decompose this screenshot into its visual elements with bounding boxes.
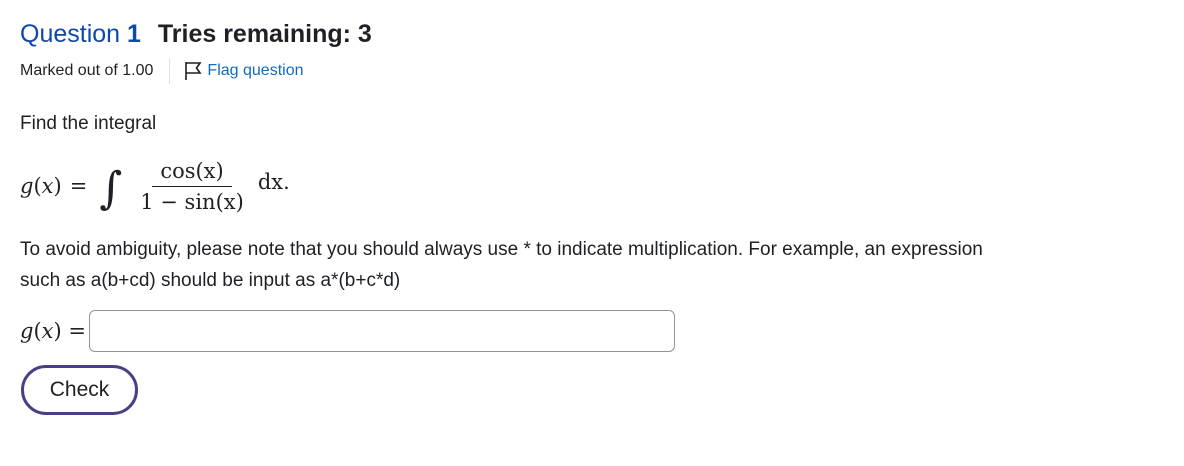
answer-label-function: g	[20, 319, 34, 343]
formula-lhs-function: g	[20, 174, 34, 198]
answer-equals: =	[68, 319, 86, 343]
answer-label-variable: x	[41, 319, 54, 343]
check-button[interactable]: Check	[21, 365, 138, 415]
formula-differential: dx.	[257, 170, 290, 194]
flag-icon	[185, 62, 202, 80]
answer-input[interactable]	[89, 310, 675, 352]
formula-lhs-close-paren: )	[53, 174, 62, 198]
formula-lhs-variable: x	[41, 174, 54, 198]
answer-row: g(x) =	[20, 309, 675, 353]
fraction-numerator: cos(x)	[152, 159, 232, 187]
question-info: Marked out of 1.00 Flag question	[20, 58, 303, 84]
multiplication-note: To avoid ambiguity, please note that you…	[20, 239, 983, 291]
formula-equals: =	[69, 174, 88, 198]
fraction: cos(x) 1 − sin(x)	[132, 159, 252, 214]
info-divider	[169, 58, 171, 84]
formula-lhs-open-paren: (	[33, 174, 42, 198]
answer-label-open-paren: (	[33, 319, 42, 343]
tries-remaining: Tries remaining: 3	[157, 20, 372, 48]
flag-question-label: Flag question	[207, 62, 304, 79]
question-prompt: Find the integral	[20, 113, 157, 134]
fraction-denominator: 1 − sin(x)	[140, 189, 244, 214]
marked-out-of: Marked out of 1.00	[20, 62, 154, 79]
flag-question-link[interactable]: Flag question	[184, 61, 303, 81]
question-word: Question	[20, 20, 121, 48]
question-number: 1	[127, 20, 141, 48]
integral-sign: ∫	[99, 162, 123, 214]
integral-formula: g(x) = ∫ cos(x) 1 − sin(x) dx.	[20, 148, 290, 224]
answer-label-close-paren: )	[53, 319, 62, 343]
question-header: Question 1 Tries remaining: 3	[20, 18, 372, 50]
answer-label: g(x) =	[20, 319, 86, 343]
